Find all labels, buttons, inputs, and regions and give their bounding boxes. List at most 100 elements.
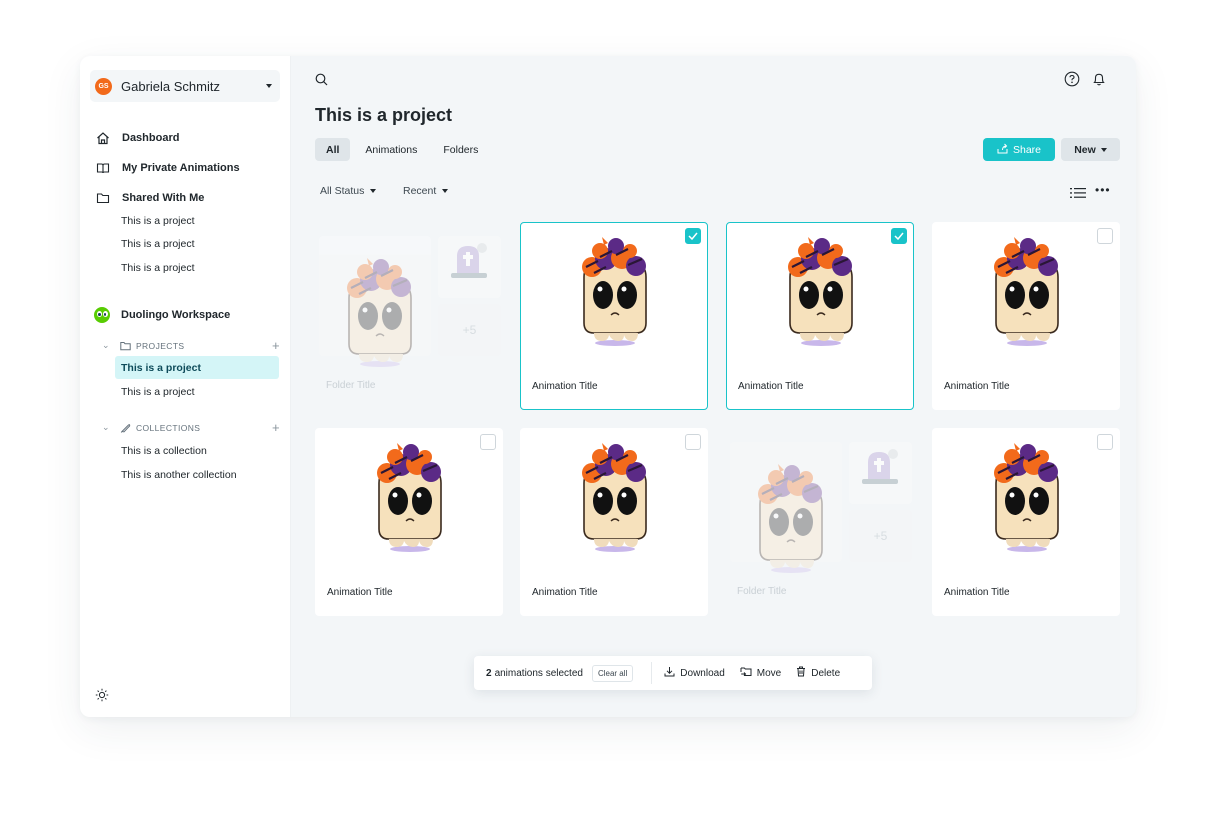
nav-shared-label: Shared With Me xyxy=(122,192,205,204)
move-folder-icon xyxy=(740,666,752,680)
shared-project-item[interactable]: This is a project xyxy=(121,262,195,274)
animation-title: Animation Title xyxy=(532,381,598,392)
select-checkbox[interactable] xyxy=(685,434,701,450)
share-label: Share xyxy=(1012,143,1042,156)
share-button[interactable]: Share xyxy=(983,138,1055,161)
chevron-down-icon: ⌄ xyxy=(102,340,110,350)
add-collection-icon[interactable]: + xyxy=(272,420,280,435)
nav-dashboard[interactable]: Dashboard xyxy=(96,131,179,145)
app-window: GS Gabriela Schmitz Dashboard My Private… xyxy=(80,56,1136,717)
nav-private-label: My Private Animations xyxy=(122,162,240,174)
animation-thumbnail xyxy=(371,443,449,560)
collection-item[interactable]: This is a collection xyxy=(115,439,279,462)
collections-group-header[interactable]: ⌄ COLLECTIONS + xyxy=(102,420,280,435)
status-filter[interactable]: All Status xyxy=(320,185,377,197)
delete-label: Delete xyxy=(811,667,841,679)
animation-thumbnail xyxy=(782,237,860,354)
select-checkbox[interactable] xyxy=(891,228,907,244)
folder-more-count: +5 xyxy=(849,510,912,562)
animation-title: Animation Title xyxy=(944,381,1010,392)
selected-count: 2 xyxy=(486,667,492,679)
bell-icon[interactable] xyxy=(1091,71,1107,92)
download-icon xyxy=(664,666,675,680)
add-project-icon[interactable]: + xyxy=(272,338,280,353)
sidebar: GS Gabriela Schmitz Dashboard My Private… xyxy=(80,56,291,717)
folder-preview-main xyxy=(319,236,431,367)
folder-title: Folder Title xyxy=(737,586,787,597)
animation-thumbnail xyxy=(576,443,654,560)
download-button[interactable]: Download xyxy=(664,666,725,680)
animation-card[interactable]: Animation Title xyxy=(932,222,1120,410)
folder-preview-thumb xyxy=(849,442,912,504)
animation-title: Animation Title xyxy=(532,587,598,598)
shared-project-item[interactable]: This is a project xyxy=(121,215,195,227)
theme-toggle-sun-icon[interactable] xyxy=(95,688,109,707)
nav-dashboard-label: Dashboard xyxy=(122,132,180,144)
animation-thumbnail xyxy=(988,237,1066,354)
workspace-header[interactable]: Duolingo Workspace xyxy=(94,307,230,323)
animation-card[interactable]: Animation Title xyxy=(520,428,708,616)
list-view-icon[interactable] xyxy=(1070,186,1086,204)
animation-title: Animation Title xyxy=(327,587,393,598)
tab-all[interactable]: All xyxy=(315,138,351,161)
chevron-down-icon xyxy=(442,189,449,193)
share-icon xyxy=(997,143,1008,157)
help-icon[interactable] xyxy=(1064,71,1080,92)
user-switcher[interactable]: GS Gabriela Schmitz xyxy=(90,70,280,102)
folder-title: Folder Title xyxy=(326,380,376,391)
new-button[interactable]: New xyxy=(1061,138,1120,161)
book-icon xyxy=(96,161,110,175)
projects-group-header[interactable]: ⌄ PROJECTS + xyxy=(102,338,280,353)
folder-card[interactable]: +5 Folder Title xyxy=(315,222,503,410)
chevron-down-icon xyxy=(266,84,272,88)
select-checkbox[interactable] xyxy=(1097,228,1113,244)
collections-label: COLLECTIONS xyxy=(135,422,201,433)
projects-label: PROJECTS xyxy=(135,340,185,351)
chevron-down-icon xyxy=(1100,147,1107,152)
search-icon[interactable] xyxy=(315,73,328,91)
collection-item[interactable]: This is another collection xyxy=(115,463,279,486)
clear-all-button[interactable]: Clear all xyxy=(591,664,634,682)
status-filter-label: All Status xyxy=(320,185,365,197)
select-checkbox[interactable] xyxy=(1097,434,1113,450)
home-icon xyxy=(96,131,110,145)
animation-card[interactable]: Animation Title xyxy=(315,428,503,616)
tab-animations[interactable]: Animations xyxy=(354,138,428,161)
check-icon xyxy=(894,232,904,240)
sort-filter-label: Recent xyxy=(403,185,437,197)
animation-card[interactable]: Animation Title xyxy=(520,222,708,410)
select-checkbox[interactable] xyxy=(480,434,496,450)
animation-thumbnail xyxy=(988,443,1066,560)
folder-icon xyxy=(96,191,110,205)
collection-icon xyxy=(120,423,131,433)
folder-preview-main xyxy=(730,442,842,573)
project-item-active[interactable]: This is a project xyxy=(115,356,279,379)
folder-preview-thumb xyxy=(438,236,501,298)
selection-bar: 2 animations selected Clear all Download… xyxy=(474,656,872,690)
check-icon xyxy=(688,232,698,240)
nav-private-animations[interactable]: My Private Animations xyxy=(96,161,240,175)
animation-card[interactable]: Animation Title xyxy=(932,428,1120,616)
folder-more-count: +5 xyxy=(438,304,501,356)
move-button[interactable]: Move xyxy=(740,666,781,680)
nav-shared-with-me[interactable]: Shared With Me xyxy=(96,191,204,205)
folder-card[interactable]: +5 Folder Title xyxy=(726,428,914,616)
animation-card[interactable]: Animation Title xyxy=(726,222,914,410)
shared-project-item[interactable]: This is a project xyxy=(121,238,195,250)
animation-title: Animation Title xyxy=(738,381,804,392)
delete-button[interactable]: Delete xyxy=(796,666,840,680)
avatar: GS xyxy=(95,77,112,95)
move-label: Move xyxy=(756,667,782,679)
tab-folders[interactable]: Folders xyxy=(432,138,489,161)
new-label: New xyxy=(1074,143,1096,156)
workspace-logo xyxy=(94,307,110,323)
project-item[interactable]: This is a project xyxy=(115,380,279,403)
select-checkbox[interactable] xyxy=(685,228,701,244)
chevron-down-icon: ⌄ xyxy=(102,422,110,432)
sort-filter[interactable]: Recent xyxy=(403,185,449,197)
user-name: Gabriela Schmitz xyxy=(121,78,220,94)
folder-icon xyxy=(120,341,131,351)
more-options-icon[interactable]: ••• xyxy=(1095,183,1111,197)
workspace-name: Duolingo Workspace xyxy=(121,309,231,321)
animation-title: Animation Title xyxy=(944,587,1010,598)
